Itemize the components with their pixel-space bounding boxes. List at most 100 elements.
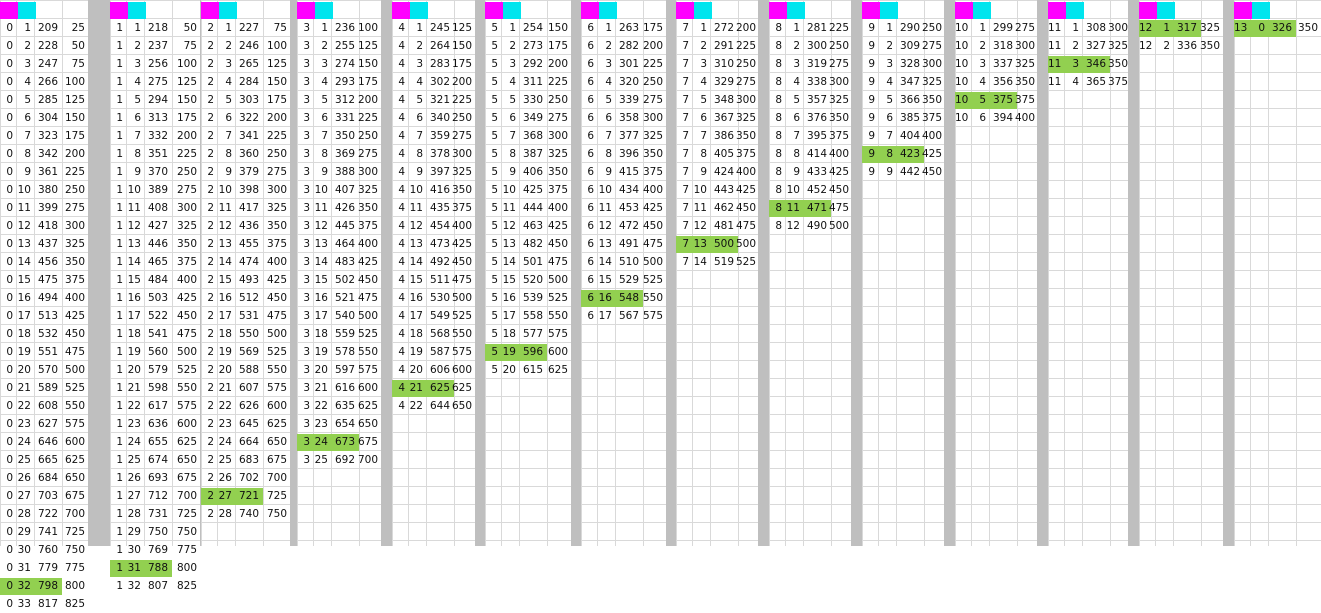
cell[interactable]: 13 [406,236,423,253]
cell[interactable]: 27 [14,488,31,505]
cell[interactable]: 10 [499,182,516,199]
cell[interactable]: 25 [124,452,141,469]
cell[interactable]: 400 [60,290,85,307]
cell[interactable]: 1 [110,182,123,199]
cell[interactable]: 494 [32,290,58,307]
cell[interactable]: 3 [499,56,516,73]
cell[interactable]: 311 [517,74,543,91]
cell[interactable]: 433 [801,164,827,181]
cell[interactable]: 6 [581,182,594,199]
cell[interactable]: 18 [215,326,232,343]
cell[interactable]: 75 [261,20,287,37]
cell[interactable]: 357 [801,92,827,109]
cell[interactable]: 29 [14,524,31,541]
cell[interactable]: 150 [261,74,287,91]
cell[interactable]: 15 [14,272,31,289]
cell[interactable]: 2 [201,56,214,73]
cell[interactable]: 522 [142,308,168,325]
cell[interactable]: 414 [801,146,827,163]
cell[interactable]: 320 [613,74,639,91]
cell[interactable]: 7 [676,236,689,253]
cell[interactable]: 3 [297,20,310,37]
cell[interactable]: 702 [233,470,259,487]
cell[interactable]: 1 [110,254,123,271]
cell[interactable]: 7 [676,128,689,145]
cell[interactable]: 7 [676,92,689,109]
cell[interactable]: 0 [0,254,13,271]
cell[interactable]: 425 [357,254,378,271]
cell[interactable]: 19 [124,344,141,361]
cell[interactable]: 200 [357,92,378,109]
cell[interactable]: 500 [357,308,378,325]
cell[interactable]: 2 [201,290,214,307]
cell[interactable]: 9 [595,164,612,181]
cell[interactable]: 350 [736,128,756,145]
cell[interactable]: 1 [110,380,123,397]
cell[interactable]: 473 [424,236,450,253]
cell[interactable]: 14 [690,254,707,271]
cell[interactable]: 0 [0,362,13,379]
cell[interactable]: 655 [142,434,168,451]
cell[interactable]: 265 [233,56,259,73]
cell[interactable]: 19 [311,344,328,361]
cell[interactable]: 1 [110,434,123,451]
cell[interactable]: 225 [60,164,85,181]
cell[interactable]: 675 [357,434,378,451]
cell[interactable]: 400 [1015,110,1035,127]
header-cyan-cell[interactable] [694,2,712,19]
cell[interactable]: 325 [1108,38,1128,55]
cell[interactable]: 8 [769,74,782,91]
cell[interactable]: 325 [170,218,197,235]
cell[interactable]: 588 [233,362,259,379]
cell[interactable]: 7 [676,56,689,73]
cell[interactable]: 300 [641,110,663,127]
cell[interactable]: 10 [690,182,707,199]
cell[interactable]: 342 [32,146,58,163]
cell[interactable]: 1 [110,146,123,163]
cell[interactable]: 416 [424,182,450,199]
cell[interactable]: 597 [329,362,355,379]
cell[interactable]: 255 [329,38,355,55]
cell[interactable]: 125 [357,38,378,55]
cell[interactable]: 13 [124,236,141,253]
cell[interactable]: 3 [297,146,310,163]
cell[interactable]: 450 [922,164,942,181]
cell[interactable]: 2 [201,20,214,37]
cell[interactable]: 375 [736,146,756,163]
header-cyan-cell[interactable] [1066,2,1084,19]
cell[interactable]: 350 [641,146,663,163]
cell[interactable]: 5 [690,92,707,109]
cell[interactable]: 2 [201,470,214,487]
cell[interactable]: 8 [311,146,328,163]
cell[interactable]: 578 [329,344,355,361]
cell[interactable]: 9 [311,164,328,181]
cell[interactable]: 550 [452,326,472,343]
cell[interactable]: 3 [297,92,310,109]
cell[interactable]: 4 [392,74,405,91]
cell[interactable]: 7 [124,128,141,145]
cell[interactable]: 2 [201,272,214,289]
cell[interactable]: 4 [392,272,405,289]
cell[interactable]: 13 [14,236,31,253]
cell[interactable]: 10 [406,182,423,199]
cell[interactable]: 9 [862,74,875,91]
cell[interactable]: 445 [329,218,355,235]
cell[interactable]: 200 [545,56,568,73]
cell[interactable]: 8 [769,182,782,199]
cell[interactable]: 650 [60,470,85,487]
cell[interactable]: 635 [329,398,355,415]
cell[interactable]: 347 [894,74,920,91]
cell[interactable]: 9 [215,164,232,181]
cell[interactable]: 452 [801,182,827,199]
cell[interactable]: 425 [60,308,85,325]
cell[interactable]: 15 [124,272,141,289]
cell[interactable]: 722 [32,506,58,523]
cell[interactable]: 500 [736,236,756,253]
cell[interactable]: 8 [876,146,893,163]
cell[interactable]: 529 [613,272,639,289]
cell[interactable]: 9 [862,128,875,145]
cell[interactable]: 9 [499,164,516,181]
cell[interactable]: 4 [392,56,405,73]
cell[interactable]: 396 [613,146,639,163]
cell[interactable]: 9 [690,164,707,181]
